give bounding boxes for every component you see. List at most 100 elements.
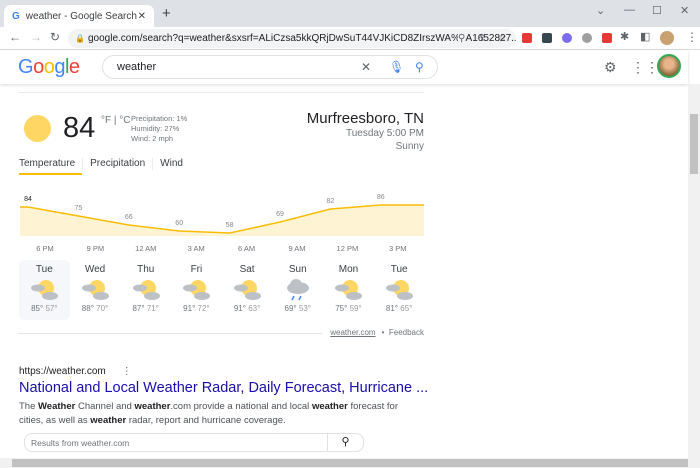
forecast-day[interactable]: Wed 88° 70° — [70, 260, 121, 320]
horizontal-scrollbar[interactable] — [0, 458, 700, 468]
tab-precipitation[interactable]: Precipitation — [82, 158, 152, 170]
partly-cloudy-icon — [333, 278, 363, 302]
scroll-thumb[interactable] — [12, 459, 688, 467]
menu-kebab-icon[interactable]: ⋮ — [686, 30, 698, 44]
low-temp: 57° — [45, 304, 58, 313]
tab-wind[interactable]: Wind — [152, 158, 190, 170]
result-url-text[interactable]: https://weather.com — [19, 366, 106, 377]
divider — [18, 333, 322, 334]
google-header: Google weather ✕ 🎙 ⚲ ⚙ ⋮⋮ — [0, 50, 688, 84]
tab-bar: G weather - Google Search ✕ + ⌄ — ☐ ✕ — [0, 0, 700, 27]
day-name: Tue — [390, 264, 408, 275]
extension-icon[interactable] — [582, 33, 592, 43]
forecast-day[interactable]: Tue 81° 65° — [374, 260, 425, 320]
snippet-text: .com provide a national and local — [170, 401, 312, 412]
forecast-day[interactable]: Sat 91° 63° — [222, 260, 273, 320]
data-label: 86 — [377, 194, 385, 201]
maximize-button[interactable]: ☐ — [652, 4, 662, 17]
extensions-puzzle-icon[interactable]: ✱ — [620, 30, 629, 43]
result-title[interactable]: National and Local Weather Radar, Daily … — [19, 380, 428, 396]
snippet-text: weather — [134, 401, 171, 412]
high-temp: 87° — [132, 304, 145, 313]
low-temp: 53° — [298, 304, 311, 313]
partly-cloudy-icon — [384, 278, 414, 302]
day-name: Sun — [288, 264, 307, 275]
forecast-day[interactable]: Mon 75° 59° — [323, 260, 374, 320]
high-temp: 88° — [81, 304, 94, 313]
account-avatar[interactable] — [657, 54, 681, 78]
tab-temperature[interactable]: Temperature — [19, 158, 83, 175]
forecast-day[interactable]: Sun 69° 53° — [272, 260, 323, 320]
google-logo[interactable]: Google — [18, 56, 80, 79]
x-tick-label: 3 PM — [389, 244, 407, 253]
location-block: Murfreesboro, TN Tuesday 5:00 PM Sunny — [307, 110, 424, 153]
reload-button[interactable]: ↻ — [50, 30, 60, 44]
x-tick-label: 12 PM — [337, 244, 359, 253]
high-temp: 91° — [233, 304, 246, 313]
partly-cloudy-icon — [80, 278, 110, 302]
x-tick-label: 6 PM — [36, 244, 54, 253]
search-input[interactable]: weather ✕ 🎙 ⚲ — [102, 55, 438, 79]
share-icon[interactable]: ⇪ — [478, 33, 486, 44]
minimize-button[interactable]: — — [624, 4, 635, 16]
forecast-day[interactable]: Fri 91° 72° — [171, 260, 222, 320]
low-temp: 72° — [197, 304, 210, 313]
source-link[interactable]: weather.com — [330, 328, 375, 337]
profile-avatar[interactable] — [660, 31, 674, 45]
apps-grid-icon[interactable]: ⋮⋮ — [631, 59, 659, 76]
low-temp: 65° — [400, 304, 413, 313]
url-text: google.com/search?q=weather&sxsrf=ALiCzs… — [88, 33, 516, 44]
clear-icon[interactable]: ✕ — [361, 60, 371, 74]
bookmark-star-icon[interactable]: ☆ — [498, 33, 507, 44]
toolbar: ← → ↻ 🔒 google.com/search?q=weather&sxsr… — [0, 27, 700, 50]
high-temp: 69° — [284, 304, 297, 313]
sunny-icon — [24, 115, 51, 142]
data-label: 75 — [75, 205, 83, 212]
tab-search-icon[interactable]: ⌄ — [596, 4, 605, 17]
data-label: 84 — [24, 196, 32, 203]
celsius-toggle[interactable]: °C — [119, 115, 130, 126]
extension-icon[interactable] — [542, 33, 552, 43]
partly-cloudy-icon — [131, 278, 161, 302]
x-tick-label: 3 AM — [188, 244, 205, 253]
close-tab-icon[interactable]: ✕ — [138, 11, 146, 22]
site-search-button[interactable]: ⚲ — [327, 434, 363, 451]
data-label: 66 — [125, 214, 133, 221]
data-label: 82 — [327, 198, 335, 205]
feedback-link[interactable]: Feedback — [389, 328, 424, 337]
location-icon[interactable]: ⚲ — [458, 33, 466, 44]
extension-icon[interactable] — [562, 33, 572, 43]
search-icon[interactable]: ⚲ — [415, 60, 424, 74]
low-temp: 70° — [96, 304, 109, 313]
vertical-scrollbar[interactable] — [688, 84, 700, 458]
site-search-input[interactable]: Results from weather.com ⚲ — [24, 433, 364, 452]
extension-icon[interactable] — [522, 33, 532, 43]
close-window-button[interactable]: ✕ — [680, 4, 689, 17]
fahrenheit-toggle[interactable]: °F — [101, 115, 111, 126]
lock-icon: 🔒 — [75, 34, 85, 43]
new-tab-button[interactable]: + — [162, 5, 171, 22]
forward-button[interactable]: → — [30, 30, 42, 44]
site-search-placeholder: Results from weather.com — [31, 437, 130, 448]
snippet-text: weather — [311, 401, 348, 412]
location-name: Murfreesboro, TN — [306, 110, 424, 127]
browser-tab[interactable]: G weather - Google Search ✕ — [4, 5, 154, 27]
settings-gear-icon[interactable]: ⚙ — [604, 59, 617, 76]
forecast-day[interactable]: Tue 85° 57° — [19, 260, 70, 320]
scroll-thumb[interactable] — [690, 114, 698, 174]
back-button[interactable]: ← — [9, 30, 21, 44]
microphone-icon[interactable]: 🎙 — [389, 60, 404, 74]
tab-title: weather - Google Search — [25, 10, 137, 22]
data-label: 60 — [175, 220, 183, 227]
separator: • — [381, 328, 385, 337]
divider — [18, 92, 424, 93]
forecast-day[interactable]: Thu 87° 71° — [120, 260, 171, 320]
data-label: 69 — [276, 211, 284, 218]
extension-icon[interactable] — [602, 33, 612, 43]
condition: Sunny — [395, 141, 424, 152]
side-panel-icon[interactable]: ◧ — [640, 30, 650, 43]
date-time: Tuesday 5:00 PM — [345, 128, 424, 139]
address-bar[interactable]: 🔒 google.com/search?q=weather&sxsrf=ALiC… — [68, 29, 516, 48]
day-name: Mon — [338, 264, 359, 275]
more-options-icon[interactable]: ⋮ — [122, 366, 132, 377]
